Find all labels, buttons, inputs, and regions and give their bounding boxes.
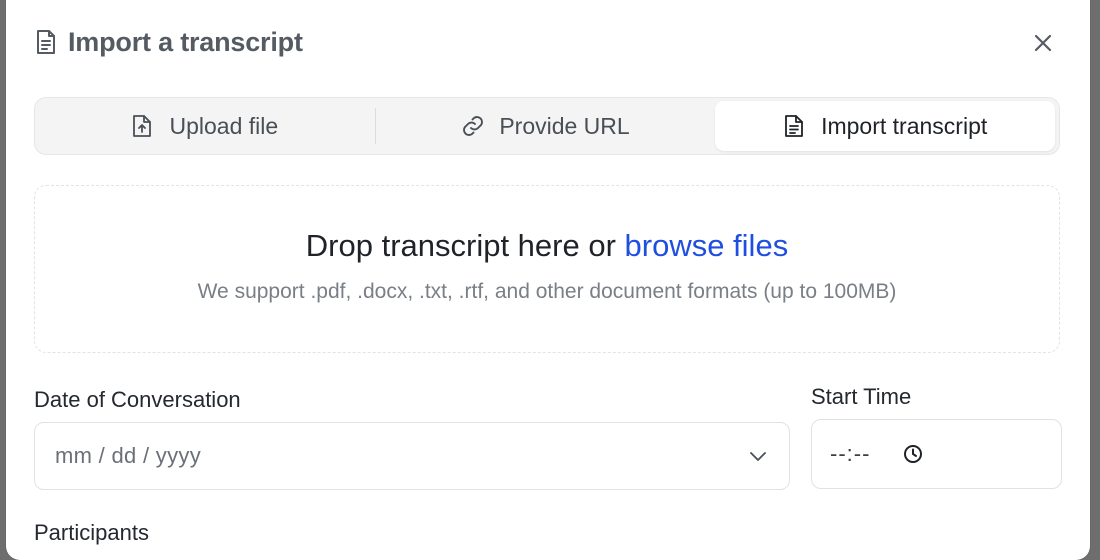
modal-header: Import a transcript — [34, 22, 1064, 62]
import-tabs: Upload file Provide URL Import transcrip… — [34, 97, 1060, 155]
close-icon[interactable] — [1028, 28, 1058, 58]
date-placeholder: mm / dd / yyyy — [55, 443, 201, 468]
dropzone-prompt-text: Drop transcript here or — [305, 228, 625, 263]
tab-import-transcript[interactable]: Import transcript — [715, 101, 1056, 151]
document-icon — [34, 29, 60, 55]
tab-label: Provide URL — [499, 112, 630, 139]
link-icon — [461, 113, 487, 139]
tab-label: Import transcript — [821, 112, 988, 139]
document-icon — [783, 113, 809, 139]
start-time-input[interactable]: --:-- — [811, 419, 1062, 489]
tab-provide-url[interactable]: Provide URL — [376, 101, 716, 151]
browse-files-link[interactable]: browse files — [625, 228, 789, 263]
import-transcript-modal: Import a transcript Upload file Provide … — [6, 0, 1090, 560]
upload-file-icon — [131, 113, 157, 139]
modal-title: Import a transcript — [68, 26, 303, 57]
chevron-down-icon[interactable] — [747, 445, 769, 467]
transcript-dropzone[interactable]: Drop transcript here or browse files We … — [34, 185, 1060, 353]
date-of-conversation-input[interactable]: mm / dd / yyyy — [34, 422, 790, 490]
tab-label: Upload file — [169, 112, 279, 139]
time-placeholder: --:-- — [830, 441, 871, 466]
supported-formats-text: We support .pdf, .docx, .txt, .rtf, and … — [197, 280, 897, 303]
date-label: Date of Conversation — [34, 387, 241, 412]
start-time-label: Start Time — [811, 384, 912, 409]
tab-upload-file[interactable]: Upload file — [35, 101, 375, 151]
participants-label: Participants — [34, 520, 149, 545]
clock-icon[interactable] — [902, 443, 924, 465]
dropzone-prompt: Drop transcript here or browse files — [35, 228, 1059, 264]
